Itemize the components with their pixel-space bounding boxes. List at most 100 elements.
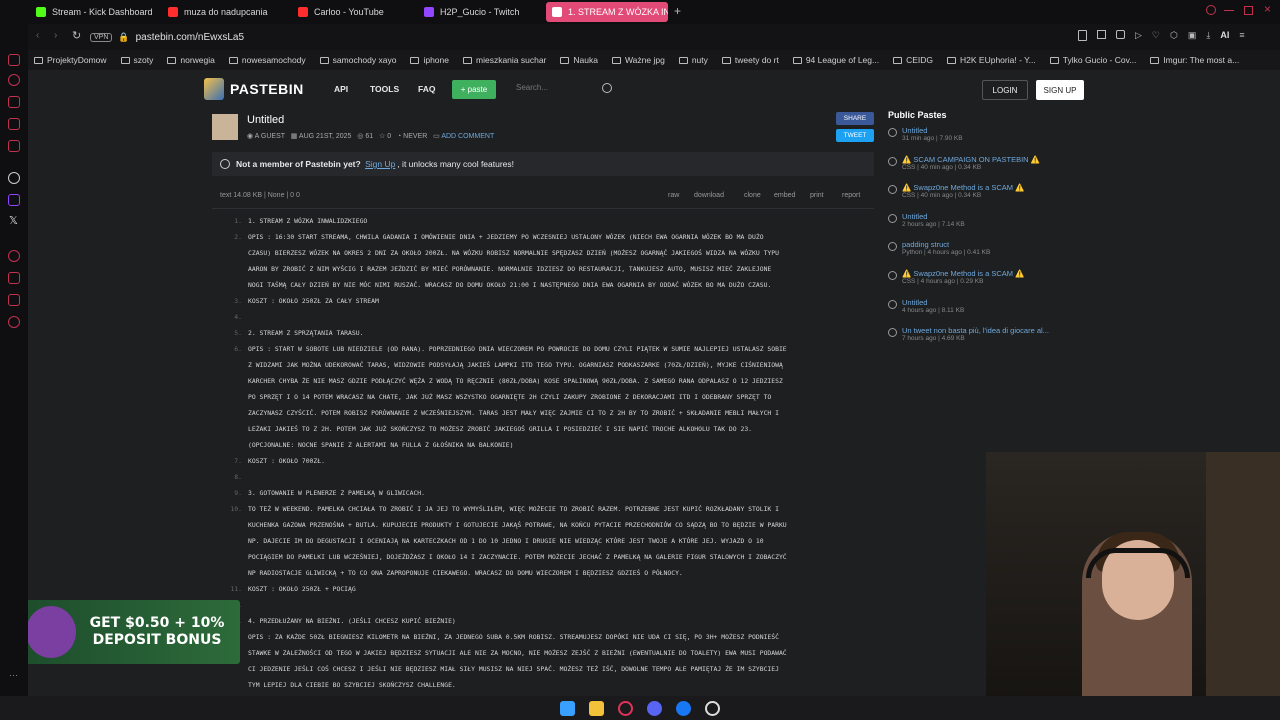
login-button[interactable]: LOGIN: [982, 80, 1028, 100]
bookmark-item[interactable]: H2K EUphoria! - Y...: [947, 55, 1036, 65]
vpn-badge[interactable]: VPN: [90, 32, 113, 42]
public-paste-title[interactable]: ⚠️ Swapz0ne Method is a SCAM ⚠️: [902, 183, 1088, 192]
public-paste-title[interactable]: Untitled: [902, 212, 1088, 221]
forward-icon[interactable]: ›: [54, 30, 57, 41]
maximize-icon[interactable]: [1244, 6, 1253, 15]
public-paste-title[interactable]: ⚠️ Swapz0ne Method is a SCAM ⚠️: [902, 269, 1088, 278]
public-paste-title[interactable]: ⚠️ SCAM CAMPAIGN ON PASTEBIN ⚠️: [902, 155, 1088, 164]
sidebar-bulb-icon[interactable]: [8, 294, 20, 306]
download-link[interactable]: download: [694, 192, 724, 199]
bookmark-item[interactable]: szoty: [120, 55, 153, 65]
nav-faq[interactable]: FAQ: [418, 84, 435, 94]
nav-tools[interactable]: TOOLS: [370, 84, 399, 94]
reload-icon[interactable]: ↻: [72, 29, 81, 42]
tab-kick-dashboard[interactable]: Stream - Kick Dashboard: [30, 2, 168, 22]
discord-icon[interactable]: [647, 700, 662, 716]
sidebar-clock-icon[interactable]: [8, 250, 20, 262]
twitter-tweet-button[interactable]: TWEET: [836, 129, 874, 142]
bookmark-item[interactable]: tweety do rt: [721, 55, 779, 65]
raw-link[interactable]: raw: [668, 192, 679, 199]
public-paste-item[interactable]: ⚠️ Swapz0ne Method is a SCAM ⚠️ CSS | 4 h…: [888, 269, 1088, 298]
sidebar-mail-icon[interactable]: [8, 140, 20, 152]
tab-twitch[interactable]: H2P_Gucio - Twitch: [418, 2, 538, 22]
close-icon[interactable]: ×: [1264, 2, 1271, 16]
sidebar-wallet-icon[interactable]: [8, 54, 20, 66]
facebook-share-button[interactable]: SHARE: [836, 112, 874, 125]
bookmark-item[interactable]: ProjektyDomow: [34, 55, 107, 65]
clone-link[interactable]: clone: [744, 192, 761, 199]
bookmark-item[interactable]: Tylko Gucio - Cov...: [1049, 55, 1136, 65]
play-icon[interactable]: ▷: [1135, 30, 1142, 44]
bookmark-item[interactable]: Ważne jpg: [611, 55, 665, 65]
new-paste-button[interactable]: + paste: [452, 80, 496, 99]
tab-pastebin-active[interactable]: 1. STREAM Z WÓZKA INW: [546, 2, 668, 22]
bookmark-item[interactable]: nowesamochody: [228, 55, 306, 65]
search-input[interactable]: Search...: [516, 83, 616, 92]
bookmark-item[interactable]: Imgur: The most a...: [1150, 55, 1239, 65]
public-paste-item[interactable]: Untitled 2 hours ago | 7.14 KB: [888, 212, 1088, 241]
add-comment-link[interactable]: ADD COMMENT: [441, 133, 494, 140]
tab-youtube-carloo[interactable]: Carloo - YouTube: [292, 2, 410, 22]
bookmark-item[interactable]: Nauka: [560, 55, 598, 65]
public-paste-item[interactable]: ⚠️ SCAM CAMPAIGN ON PASTEBIN ⚠️ CSS | 40 …: [888, 155, 1088, 184]
embed-link[interactable]: embed: [774, 192, 795, 199]
sidebar-twitch-icon[interactable]: [8, 194, 20, 206]
sidebar-more-icon[interactable]: ⋯: [9, 670, 18, 681]
nav-api[interactable]: API: [334, 84, 348, 94]
sidebar-settings-icon[interactable]: [8, 316, 20, 328]
screenshot-icon[interactable]: [1097, 30, 1106, 39]
tab-muza[interactable]: muza do nadupcania: [162, 2, 280, 22]
cube-icon[interactable]: ▣: [1188, 30, 1197, 44]
minimize-icon[interactable]: [1224, 10, 1234, 11]
public-paste-title[interactable]: Untitled: [902, 298, 1088, 307]
new-tab-button[interactable]: +: [674, 4, 681, 18]
url-text[interactable]: pastebin.com/nEwxsLa5: [136, 32, 244, 43]
bookmark-item[interactable]: CEIDG: [893, 55, 933, 65]
public-paste-item[interactable]: padding struct Python | 4 hours ago | 0.4…: [888, 240, 1088, 269]
pastebin-logo[interactable]: PASTEBIN: [204, 78, 304, 100]
public-paste-title[interactable]: Untitled: [902, 126, 1088, 135]
print-link[interactable]: print: [810, 192, 824, 199]
sidebar-x-icon[interactable]: 𝕏: [9, 214, 18, 227]
sidebar-player-icon[interactable]: [8, 272, 20, 284]
download-icon[interactable]: ⤓: [1206, 30, 1210, 44]
sidebar-openai-icon[interactable]: [8, 172, 20, 184]
report-link[interactable]: report: [842, 192, 860, 199]
bookmark-item[interactable]: norwegia: [167, 55, 215, 65]
public-paste-item[interactable]: Un tweet non basta più, l'idea di giocar…: [888, 326, 1088, 355]
url-field[interactable]: VPN 🔒 pastebin.com/nEwxsLa5: [90, 28, 1050, 46]
file-explorer-icon[interactable]: [589, 700, 604, 716]
bookmark-item[interactable]: nuty: [678, 55, 708, 65]
menu-icon[interactable]: ≡: [1239, 30, 1244, 44]
windows-start-icon[interactable]: [560, 700, 575, 716]
public-paste-title[interactable]: padding struct: [902, 240, 1088, 249]
sidebar-bag-icon[interactable]: [8, 96, 20, 108]
bookmark-icon[interactable]: [1078, 30, 1087, 41]
bookmark-item[interactable]: samochody xayo: [319, 55, 396, 65]
public-paste-title[interactable]: Un tweet non basta più, l'idea di giocar…: [902, 326, 1088, 335]
signup-button[interactable]: SIGN UP: [1036, 80, 1084, 100]
shield-icon[interactable]: [1116, 30, 1125, 39]
public-paste-item[interactable]: Untitled 4 hours ago | 8.11 KB: [888, 298, 1088, 327]
bookmark-item[interactable]: iphone: [410, 55, 449, 65]
ai-icon[interactable]: AI: [1220, 30, 1229, 44]
obs-icon[interactable]: [705, 700, 720, 716]
extensions-icon[interactable]: ⬡: [1170, 30, 1178, 44]
sidebar-chat-icon[interactable]: [8, 118, 20, 130]
public-paste-item[interactable]: Untitled 31 min ago | 7.90 KB: [888, 126, 1088, 155]
opera-icon[interactable]: [618, 700, 633, 716]
search-tabs-icon[interactable]: [1206, 5, 1216, 15]
sidebar-history-icon[interactable]: [8, 74, 20, 86]
facebook-icon[interactable]: [676, 700, 691, 716]
bookmark-item[interactable]: 94 League of Leg...: [792, 55, 879, 65]
heart-icon[interactable]: ♡: [1152, 30, 1160, 44]
back-icon[interactable]: ‹: [36, 30, 39, 41]
casino-ad-banner[interactable]: GET $0.50 + 10% DEPOSIT BONUS: [28, 600, 240, 664]
paste-author[interactable]: A GUEST: [255, 133, 285, 140]
lock-icon[interactable]: 🔒: [118, 32, 129, 43]
public-paste-item[interactable]: ⚠️ Swapz0ne Method is a SCAM ⚠️ CSS | 40 …: [888, 183, 1088, 212]
bookmark-item[interactable]: mieszkania suchar: [463, 55, 546, 65]
code-line: STAWKE W ZALEŻNOŚCI OD TEGO W JAKIEJ BĘD…: [248, 649, 787, 657]
signup-link[interactable]: Sign Up: [365, 159, 395, 169]
search-icon[interactable]: [602, 83, 612, 93]
